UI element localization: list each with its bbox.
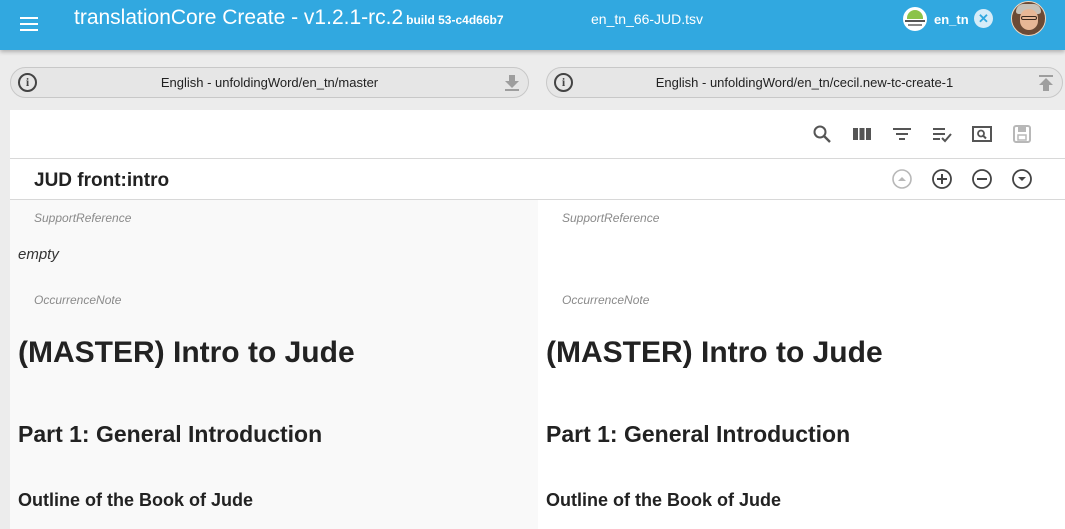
columns-icon[interactable] [852,124,872,144]
publish-icon[interactable] [1038,74,1054,92]
occurrence-note-label: OccurrenceNote [562,293,650,307]
source-column: SupportReference empty OccurrenceNote (M… [10,200,538,529]
note-heading-1[interactable]: (MASTER) Intro to Jude [546,336,883,370]
info-icon[interactable]: i [554,73,573,92]
support-reference-label: SupportReference [562,211,660,225]
app-bar: translationCore Create - v1.2.1-rc.2 buil… [0,0,1065,50]
row-title: JUD front:intro [34,170,170,191]
source-resource-bar: i English - unfoldingWord/en_tn/master [10,67,529,98]
preview-icon[interactable] [972,124,992,144]
remove-row-icon[interactable] [971,168,993,190]
note-heading-3: Outline of the Book of Jude [18,490,253,510]
file-name: en_tn_66-JUD.tsv [591,11,704,27]
app-name-version: translationCore Create - v1.2.1-rc.2 [74,6,404,29]
target-resource-label: English - unfoldingWord/en_tn/cecil.new-… [655,75,954,90]
app-title: translationCore Create - v1.2.1-rc.2 buil… [74,6,504,30]
support-reference-value: empty [18,246,59,263]
organization-logo [903,7,927,31]
support-reference-label: SupportReference [34,211,132,225]
validate-list-icon[interactable] [932,124,952,144]
search-icon[interactable] [812,124,832,144]
download-icon[interactable] [504,74,520,92]
target-column[interactable]: SupportReference OccurrenceNote (MASTER)… [538,200,1065,529]
filter-icon[interactable] [892,124,912,144]
move-up-icon[interactable] [891,168,913,190]
note-heading-1: (MASTER) Intro to Jude [18,336,355,369]
note-heading-2: Part 1: General Introduction [18,421,323,447]
hamburger-menu-icon[interactable] [19,13,41,35]
toolbar-divider [10,158,1065,159]
note-heading-2[interactable]: Part 1: General Introduction [546,421,850,448]
save-icon[interactable] [1012,124,1032,144]
close-circle-icon[interactable]: ✕ [974,9,993,28]
add-row-icon[interactable] [931,168,953,190]
translation-notes-panel: JUD front:intro SupportReference empty O… [10,110,1065,529]
move-down-icon[interactable] [1011,168,1033,190]
source-resource-label: English - unfoldingWord/en_tn/master [160,75,379,90]
app-build: build 53-c4d66b7 [406,13,504,27]
occurrence-note-label: OccurrenceNote [34,293,122,307]
info-icon[interactable]: i [18,73,37,92]
organization-name: en_tn [934,12,969,27]
user-avatar[interactable] [1011,1,1046,36]
target-resource-bar: i English - unfoldingWord/en_tn/cecil.ne… [546,67,1063,98]
note-heading-3[interactable]: Outline of the Book of Jude [546,490,781,511]
